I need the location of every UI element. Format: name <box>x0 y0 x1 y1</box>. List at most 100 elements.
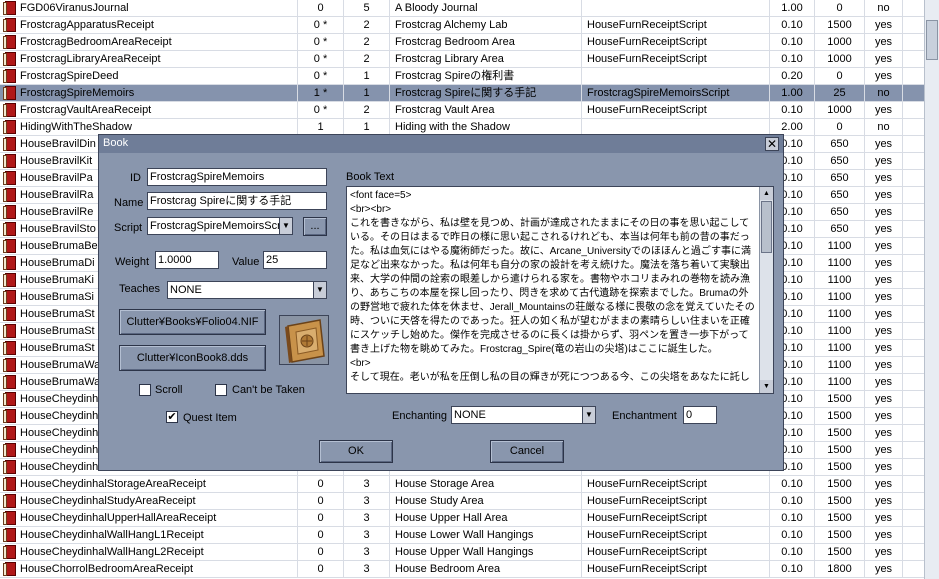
script-cell: HouseFurnReceiptScript <box>582 544 770 560</box>
script-cell: HouseFurnReceiptScript <box>582 102 770 118</box>
list-row[interactable]: HouseChorrolBedroomAreaReceipt 0 3 House Be… <box>0 561 924 578</box>
weight-cell: 0.10 <box>770 544 815 560</box>
record-id-cell: FrostcragSpireMemoirs <box>0 85 298 101</box>
enchanting-label: Enchanting <box>392 410 448 422</box>
list-row[interactable]: HouseCheydinhalWallHangL1Receipt 0 3 House … <box>0 527 924 544</box>
ok-button[interactable]: OK <box>319 440 393 463</box>
scroll-checkbox[interactable] <box>139 384 151 396</box>
script-cell <box>582 0 770 16</box>
record-id-cell: FrostcragApparatusReceipt <box>0 17 298 33</box>
list-row[interactable]: HouseCheydinhalUpperHallAreaReceipt 0 3 Hou… <box>0 510 924 527</box>
list-row[interactable]: HouseCheydinhalStorageAreaReceipt 0 3 House… <box>0 476 924 493</box>
name-field[interactable]: Frostcrag Spireに関する手記 <box>147 192 327 210</box>
script-label: Script <box>114 222 143 234</box>
book-preview-icon <box>280 316 328 364</box>
value-label: Value <box>232 256 260 268</box>
list-row[interactable]: FrostcragVaultAreaReceipt 0 * 2 Frostcrag V… <box>0 102 924 119</box>
cant-be-taken-label: Can't be Taken <box>232 384 305 396</box>
cancel-button[interactable]: Cancel <box>490 440 564 463</box>
record-id-cell: FrostcragVaultAreaReceipt <box>0 102 298 118</box>
cant-be-taken-checkbox[interactable] <box>215 384 227 396</box>
scrollbar-thumb[interactable] <box>761 201 772 253</box>
pages-cell: 2 <box>344 17 390 33</box>
dialog-titlebar[interactable]: Book ✕ <box>99 135 783 153</box>
value-cell: 1100 <box>815 238 865 254</box>
flag-cell: yes <box>865 391 903 407</box>
icon-path-button[interactable]: Clutter¥IconBook8.dds <box>119 345 266 371</box>
value-cell: 0 <box>815 0 865 16</box>
list-row[interactable]: FrostcragApparatusReceipt 0 * 2 Frostcrag A… <box>0 17 924 34</box>
list-row[interactable]: FrostcragSpireDeed 0 * 1 Frostcrag Spireの権利… <box>0 68 924 85</box>
record-name-cell: Frostcrag Library Area <box>390 51 582 67</box>
flag-cell: yes <box>865 493 903 509</box>
record-id-cell: FrostcragSpireDeed <box>0 68 298 84</box>
record-name-cell: Frostcrag Bedroom Area <box>390 34 582 50</box>
id-field[interactable]: FrostcragSpireMemoirs <box>147 168 327 186</box>
script-select[interactable]: FrostcragSpireMemoirsScrip ▼ <box>147 217 293 235</box>
count-cell: 1 * <box>298 85 344 101</box>
value-cell: 1100 <box>815 289 865 305</box>
list-scrollbar[interactable] <box>924 0 939 579</box>
record-name-cell: House Bedroom Area <box>390 561 582 577</box>
value-field[interactable]: 25 <box>263 251 327 269</box>
model-path-button[interactable]: Clutter¥Books¥Folio04.NIF <box>119 309 266 335</box>
value-cell: 1500 <box>815 425 865 441</box>
chevron-down-icon[interactable]: ▼ <box>582 407 595 423</box>
flag-cell: yes <box>865 323 903 339</box>
quest-item-checkbox[interactable]: ✔ <box>166 411 178 423</box>
scrollbar-thumb[interactable] <box>926 20 938 60</box>
script-browse-button[interactable]: ... <box>303 217 327 236</box>
flag-cell: yes <box>865 442 903 458</box>
count-cell: 0 <box>298 544 344 560</box>
value-cell: 1500 <box>815 544 865 560</box>
value-cell: 1100 <box>815 272 865 288</box>
teaches-label: Teaches <box>119 283 160 295</box>
record-id-cell: FrostcragBedroomAreaReceipt <box>0 34 298 50</box>
record-name-cell: A Bloody Journal <box>390 0 582 16</box>
book-text-scrollbar[interactable]: ▲ ▼ <box>759 187 773 393</box>
count-cell: 0 <box>298 476 344 492</box>
enchanting-select-value: NONE <box>454 409 486 421</box>
list-row[interactable]: FGD06ViranusJournal 0 5 A Bloody Journal 1.0… <box>0 0 924 17</box>
chevron-down-icon[interactable]: ▼ <box>279 218 292 234</box>
scroll-up-icon[interactable]: ▲ <box>760 187 773 200</box>
record-name-cell: House Storage Area <box>390 476 582 492</box>
value-cell: 1500 <box>815 391 865 407</box>
value-cell: 1800 <box>815 561 865 577</box>
value-cell: 25 <box>815 85 865 101</box>
pages-cell: 3 <box>344 561 390 577</box>
flag-cell: yes <box>865 204 903 220</box>
enchanting-select[interactable]: NONE ▼ <box>451 406 596 424</box>
flag-cell: yes <box>865 357 903 373</box>
list-row[interactable]: HouseCheydinhalWallHangL2Receipt 0 3 House … <box>0 544 924 561</box>
value-cell: 1100 <box>815 306 865 322</box>
book-text-content[interactable]: <font face=5> <br><br> これを書きながら、私は壁を見つめ、… <box>350 189 756 385</box>
record-name-cell: House Upper Hall Area <box>390 510 582 526</box>
teaches-select[interactable]: NONE ▼ <box>167 281 327 299</box>
weight-label: Weight <box>115 256 150 268</box>
weight-cell: 1.00 <box>770 0 815 16</box>
value-cell: 1500 <box>815 476 865 492</box>
list-row[interactable]: HouseCheydinhalStudyAreaReceipt 0 3 House S… <box>0 493 924 510</box>
record-id-cell: HouseCheydinhalWallHangL2Receipt <box>0 544 298 560</box>
flag-cell: no <box>865 0 903 16</box>
list-row[interactable]: FrostcragBedroomAreaReceipt 0 * 2 Frostcrag… <box>0 34 924 51</box>
scroll-down-icon[interactable]: ▼ <box>760 380 773 393</box>
pages-cell: 3 <box>344 510 390 526</box>
scroll-label: Scroll <box>155 384 183 396</box>
enchantment-field[interactable]: 0 <box>683 406 717 424</box>
enchantment-label: Enchantment <box>612 410 677 422</box>
value-cell: 1000 <box>815 51 865 67</box>
close-button[interactable]: ✕ <box>765 137 779 151</box>
value-cell: 1500 <box>815 527 865 543</box>
weight-field[interactable]: 1.0000 <box>155 251 219 269</box>
list-row[interactable]: FrostcragSpireMemoirs 1 * 1 Frostcrag Spire… <box>0 85 924 102</box>
count-cell: 0 * <box>298 51 344 67</box>
list-row[interactable]: FrostcragLibraryAreaReceipt 0 * 2 Frostcrag… <box>0 51 924 68</box>
count-cell: 0 * <box>298 34 344 50</box>
flag-cell: yes <box>865 374 903 390</box>
flag-cell: yes <box>865 272 903 288</box>
value-cell: 1100 <box>815 255 865 271</box>
chevron-down-icon[interactable]: ▼ <box>313 282 326 298</box>
book-text-area[interactable]: <font face=5> <br><br> これを書きながら、私は壁を見つめ、… <box>346 186 774 394</box>
